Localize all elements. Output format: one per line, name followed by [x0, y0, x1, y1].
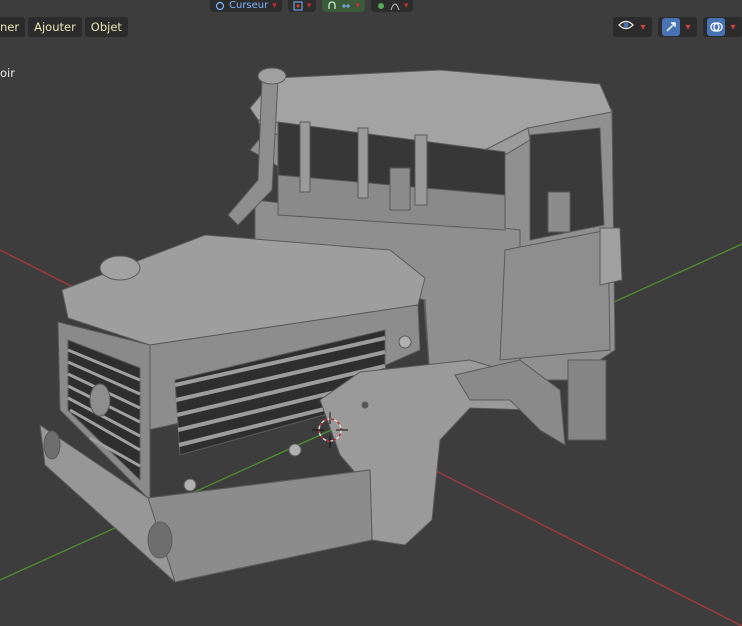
orientation-icon: [293, 1, 303, 11]
transform-pivot-label: Curseur: [229, 0, 269, 11]
menu-add[interactable]: Ajouter: [28, 17, 82, 37]
falloff-icon: [390, 1, 400, 11]
header-tools: Curseur ▾ ▾ ▾ ▾: [210, 0, 414, 12]
truck-cab-model: [39, 67, 623, 583]
menu-select[interactable]: ner: [0, 17, 26, 37]
chevron-down-icon: ▾: [272, 1, 277, 11]
snap-toggle[interactable]: ▾: [322, 0, 365, 12]
overlay-icon: [707, 18, 725, 36]
chevron-down-icon: ▾: [730, 21, 736, 33]
transform-pivot-dropdown[interactable]: Curseur ▾: [210, 0, 282, 12]
viewport-display-tools: ▾ ▾ ▾: [613, 17, 742, 37]
chevron-down-icon: ▾: [306, 1, 312, 11]
viewport-menubar: ner Ajouter Objet: [0, 17, 128, 37]
chevron-down-icon: ▾: [640, 21, 646, 33]
viewport-info-text: oir: [0, 66, 15, 80]
gizmo-icon: [662, 18, 680, 36]
orientation-dropdown[interactable]: ▾: [287, 0, 317, 12]
proportional-edit-icon: [376, 1, 386, 11]
viewport-scene[interactable]: [0, 0, 742, 626]
visibility-icon: [617, 16, 635, 38]
chevron-down-icon: ▾: [403, 1, 409, 11]
overlay-dropdown[interactable]: ▾: [703, 17, 742, 37]
3d-viewport[interactable]: Curseur ▾ ▾ ▾ ▾ ner Ajouter Objet oir ▾ …: [0, 0, 742, 626]
proportional-edit-toggle[interactable]: ▾: [370, 0, 414, 12]
snap-increment-icon: [341, 1, 351, 11]
visibility-dropdown[interactable]: ▾: [613, 17, 652, 37]
snap-icon: [327, 1, 337, 11]
chevron-down-icon: ▾: [355, 1, 360, 11]
chevron-down-icon: ▾: [685, 21, 691, 33]
gizmo-dropdown[interactable]: ▾: [658, 17, 697, 37]
menu-object[interactable]: Objet: [84, 17, 128, 37]
pivot-icon: [215, 1, 225, 11]
